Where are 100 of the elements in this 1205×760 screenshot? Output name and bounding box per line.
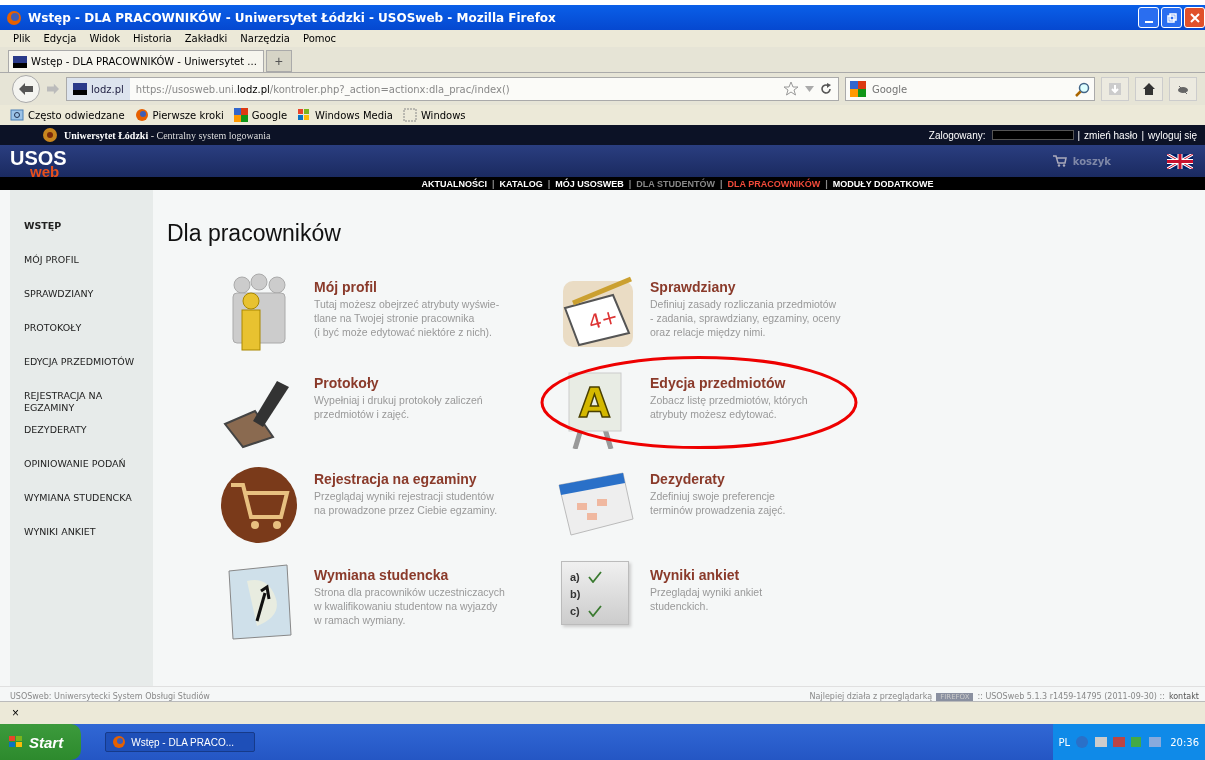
bookmark-item[interactable]: Windows [402, 108, 466, 122]
back-button[interactable] [12, 75, 40, 103]
minimize-icon [1144, 20, 1153, 23]
close-findbar-button[interactable]: × [8, 706, 23, 720]
reload-icon[interactable] [820, 83, 832, 95]
menu-item[interactable]: Pomoc [302, 33, 337, 44]
option-letter: c) [570, 604, 580, 617]
url-text: https://usosweb.uni.lodz.pl/kontroler.php?_action=actionx:dla_prac/index() [135, 83, 511, 95]
footer-text: USOSweb: Uniwersytecki System Obsługi Studiów [10, 692, 210, 701]
firefox-icon [134, 108, 149, 122]
menu-item[interactable]: Historia [133, 33, 172, 44]
module-description: Zobacz listę przedmiotów, których atrybuty możesz edytować. [650, 393, 808, 421]
browser-tab[interactable]: Wstęp - DLA PRACOWNIKÓW - Uniwersytet ... [8, 50, 264, 72]
uk-flag-icon[interactable] [1167, 153, 1193, 169]
minimize-button[interactable] [1138, 7, 1159, 28]
sidebar-item[interactable]: WYMIANA STUDENCKA [24, 492, 144, 526]
taskbar-item[interactable]: Wstęp - DLA PRACO... [105, 732, 256, 752]
sidebar-item[interactable]: WYNIKI ANKIET [24, 526, 144, 560]
menu-item[interactable]: Edycja [43, 33, 77, 44]
module-description: Zdefiniuj swoje preferencje terminów prowadzenia zajęć. [650, 489, 786, 517]
sidebar-item[interactable]: REJESTRACJA NA EGZAMINY [24, 390, 144, 424]
page-heading: Dla pracowników [167, 220, 342, 247]
site-identity[interactable]: lodz.pl [67, 78, 130, 100]
menu-item[interactable]: Widok [89, 33, 121, 44]
close-button[interactable] [1184, 7, 1205, 28]
separator: | [825, 178, 828, 189]
usos-web-logo[interactable]: USOS web [10, 144, 67, 178]
separator: | [1077, 129, 1081, 141]
version-text: :: USOSweb 5.1.3 r1459-14795 (2011-09-30) :: [977, 692, 1165, 701]
module-description: Tutaj możesz obejrzeć atrybuty wyświe- tlane na Twojej stronie pracownika (i być może edytować niektóre z nich). [314, 297, 500, 339]
separator: | [492, 178, 495, 189]
home-icon [1142, 82, 1156, 96]
module-description: Definiuj zasady rozliczania przedmiotów - zadania, sprawdziany, egzaminy, oceny oraz relacje między nimi. [650, 297, 841, 339]
restore-icon [1166, 12, 1177, 23]
sidebar-item[interactable]: PROTOKOŁY [24, 322, 144, 356]
address-bar[interactable]: lodz.pl https://usosweb.uni.lodz.pl/kontroler.php?_action=actionx:dla_prac/index() [66, 77, 839, 101]
nav-link[interactable]: MÓJ USOSWEB [555, 178, 624, 189]
language-indicator[interactable]: PL [1058, 736, 1071, 748]
checkmark-icon [587, 604, 602, 617]
firefox-icon [6, 9, 22, 26]
sidebar-item[interactable]: OPINIOWANIE PODAŃ [24, 458, 144, 492]
clock: 20:36 [1170, 736, 1199, 748]
module-title[interactable]: Sprawdziany [650, 279, 841, 295]
nav-link[interactable]: KATALOG [499, 178, 543, 189]
checkmark-icon [587, 570, 602, 583]
module-title[interactable]: Wymiana studencka [314, 567, 505, 583]
search-field[interactable]: Google [870, 82, 1071, 96]
sidebar-item[interactable]: SPRAWDZIANY [24, 288, 144, 322]
separator: | [547, 178, 551, 189]
separator: | [1141, 129, 1145, 141]
google-icon [850, 81, 866, 97]
sidebar-item[interactable]: WSTĘP [24, 220, 144, 254]
module-description: Przeglądaj wyniki ankiet studenckich. [650, 585, 763, 613]
menu-item[interactable]: Narzędzia [240, 33, 290, 44]
nav-link[interactable]: AKTUALNOŚCI [421, 178, 488, 189]
new-tab-button[interactable]: + [265, 50, 292, 72]
nav-link[interactable]: DLA PRACOWNIKÓW [727, 178, 821, 189]
star-icon[interactable] [783, 81, 799, 97]
module-description: Strona dla pracowników uczestniczacych w kwalifikowaniu studentow na wyjazdy w ramach wymiany. [314, 585, 505, 627]
module-title[interactable]: Wyniki ankiet [650, 567, 763, 583]
menu-item[interactable]: Zakładki [184, 33, 228, 44]
window-title: Wstęp - DLA PRACOWNIKÓW - Uniwersytet Łódzki - USOSweb - Mozilla Firefox [28, 10, 557, 25]
search-box[interactable]: Google [845, 77, 1095, 101]
header-title: Uniwersytet Łódzki - Centralny system logowania [64, 129, 271, 141]
header-link[interactable]: wyloguj się [1148, 129, 1197, 141]
search-icon[interactable] [1075, 81, 1090, 97]
download-arrow-icon [1108, 82, 1122, 96]
bookmark-item[interactable]: Pierwsze kroki [134, 108, 224, 122]
home-button[interactable] [1135, 77, 1163, 101]
module-title[interactable]: Edycja przedmiotów [650, 375, 808, 391]
usos-favicon [13, 55, 27, 68]
module-description: Przeglądaj wyniki rejestracji studentów na prowadzone przez Ciebie egzaminy. [314, 489, 498, 517]
sidebar-item[interactable]: DEZYDERATY [24, 424, 144, 458]
option-letter: b) [570, 587, 581, 600]
separator: | [720, 178, 723, 189]
module-title[interactable]: Mój profil [314, 279, 500, 295]
windows-flag-icon [297, 108, 312, 122]
footer-text: Najlepiej działa z przeglądarką [809, 692, 933, 701]
sidebar-item[interactable]: EDYCJA PRZEDMIOTÓW [24, 356, 144, 390]
menu-item[interactable]: Plik [13, 33, 31, 44]
folder-search-icon [10, 108, 24, 122]
logged-in-label: Zalogowany: [928, 129, 986, 141]
header-link[interactable]: zmień hasło [1084, 129, 1138, 141]
cart-icon [1052, 155, 1067, 167]
addon-button[interactable] [1169, 77, 1197, 101]
restore-button[interactable] [1161, 7, 1182, 28]
module-title[interactable]: Dezyderaty [650, 471, 786, 487]
nav-link[interactable]: MODUŁY DODATKOWE [832, 178, 934, 189]
sidebar-item[interactable]: MÓJ PROFIL [24, 254, 144, 288]
google-icon [233, 108, 248, 122]
module-title[interactable]: Protokoły [314, 375, 483, 391]
option-letter: a) [570, 570, 580, 583]
contact-link[interactable]: kontakt [1168, 692, 1199, 701]
bookmark-item[interactable]: Często odwiedzane [10, 108, 125, 122]
blank-page-icon [402, 108, 417, 122]
firefox-icon [112, 735, 127, 749]
bookmark-item[interactable]: Google [233, 108, 288, 122]
start-button[interactable]: Start [0, 724, 82, 760]
module-title[interactable]: Rejestracja na egzaminy [314, 471, 498, 487]
bookmark-item[interactable]: Windows Media [297, 108, 393, 122]
